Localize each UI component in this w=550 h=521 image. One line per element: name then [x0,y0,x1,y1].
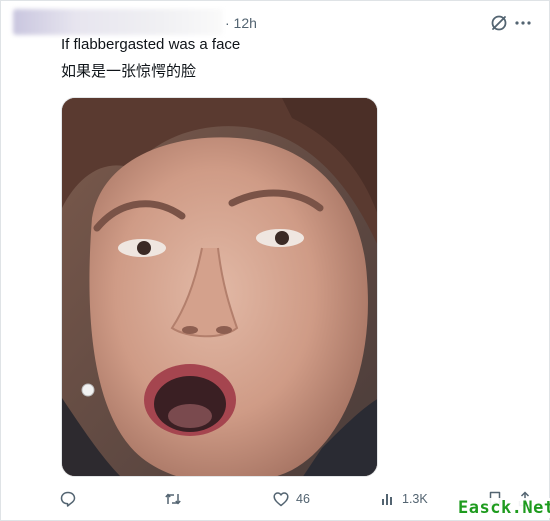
views-button[interactable]: 1.3K [380,487,428,511]
tweet-card: · 12h If flabbergasted was a face 如果是一张惊… [0,0,550,521]
repost-icon [165,493,181,505]
grok-icon[interactable] [489,13,509,33]
views-icon [382,494,392,505]
post-timestamp[interactable]: · 12h [225,15,257,31]
like-count: 46 [296,492,310,506]
watermark-text: Easck.Net [455,498,550,518]
reply-button[interactable] [59,487,77,511]
more-options-icon[interactable] [513,13,533,33]
post-text-chinese: 如果是一张惊愕的脸 [61,62,197,80]
surprised-face-photo [62,98,377,476]
like-button[interactable]: 46 [272,487,310,511]
post-image[interactable] [61,97,378,477]
repost-button[interactable] [164,487,182,511]
post-text-english: If flabbergasted was a face [61,36,241,53]
blurred-author-name [13,9,223,35]
heart-icon [273,492,289,507]
views-count: 1.3K [402,492,428,506]
reply-icon [60,491,76,507]
